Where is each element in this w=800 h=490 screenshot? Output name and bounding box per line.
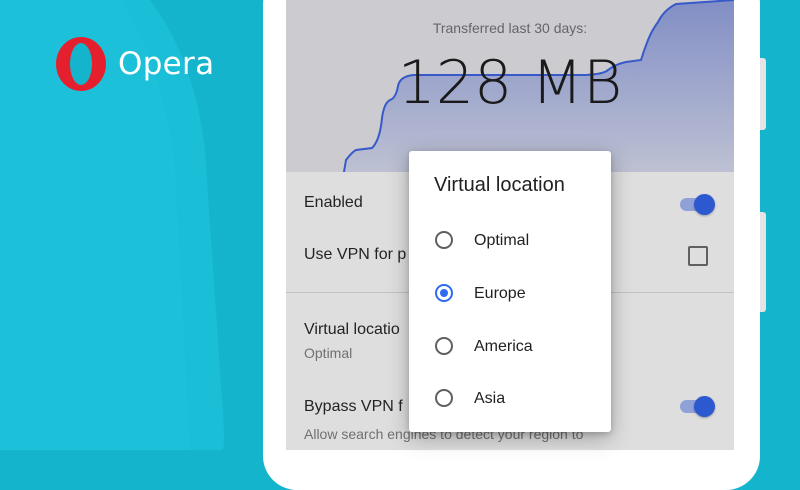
brand-name: Opera xyxy=(118,46,215,82)
option-optimal[interactable]: Optimal xyxy=(409,220,611,264)
option-europe[interactable]: Europe xyxy=(409,273,611,317)
phone-side-button xyxy=(760,58,766,130)
option-america[interactable]: America xyxy=(409,326,611,370)
radio-unchecked-icon[interactable] xyxy=(435,337,453,355)
radio-unchecked-icon[interactable] xyxy=(435,231,453,249)
option-label: Europe xyxy=(474,285,526,302)
option-label: Optimal xyxy=(474,232,530,249)
dialog-title: Virtual location xyxy=(434,174,565,196)
option-label: America xyxy=(474,338,533,355)
virtual-location-dialog: Virtual location Optimal Europe America … xyxy=(409,151,611,432)
opera-logo: Opera xyxy=(54,36,214,92)
radio-unchecked-icon[interactable] xyxy=(435,389,453,407)
phone-side-button xyxy=(760,212,766,312)
opera-o-logo-icon xyxy=(56,37,106,91)
radio-checked-icon[interactable] xyxy=(435,284,453,302)
option-label: Asia xyxy=(474,390,506,407)
option-asia[interactable]: Asia xyxy=(409,378,611,422)
